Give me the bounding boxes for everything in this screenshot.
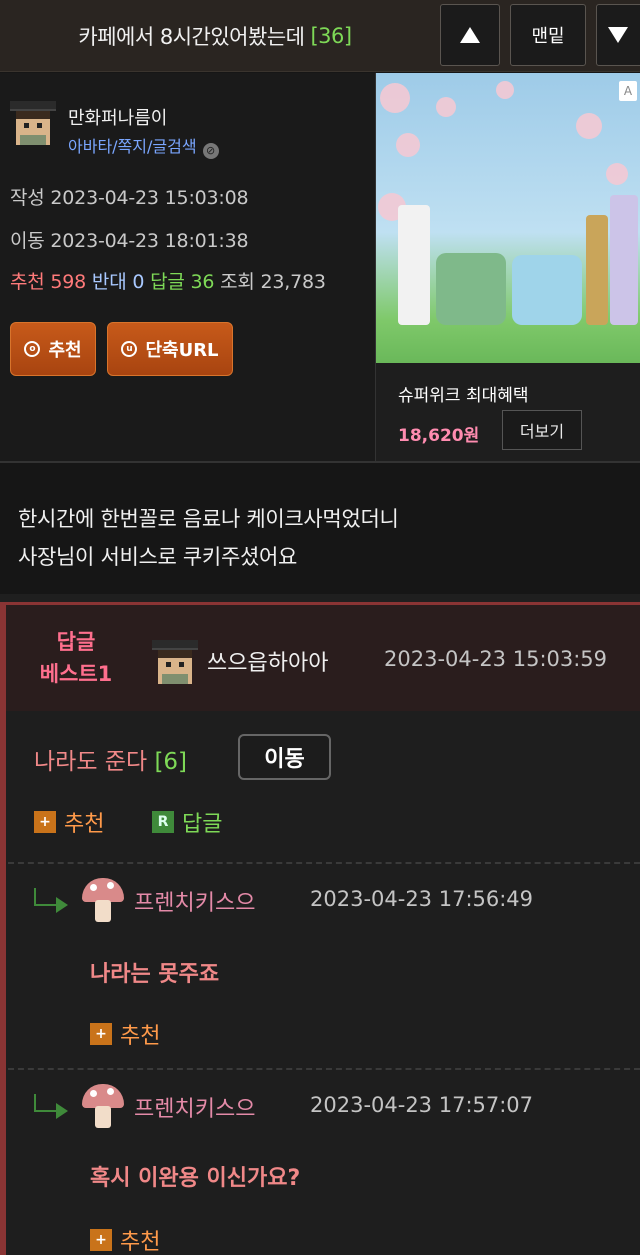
best-label-line2: 베스트1 <box>39 662 113 686</box>
views-value: 23,783 <box>260 271 326 293</box>
sub-reply-author[interactable]: 프렌치키스으 <box>134 1091 255 1123</box>
divider <box>8 862 640 864</box>
reply-reply-button[interactable]: R 답글 <box>152 806 222 838</box>
author-avatar[interactable] <box>10 101 56 145</box>
ad-name[interactable]: 슈퍼위크 최대혜택 <box>398 381 529 406</box>
written-date: 작성 2023-04-23 15:03:08 <box>10 183 249 210</box>
post-stats: 추천 598 반대 0 답글 36 조회 23,783 <box>10 267 326 294</box>
mushroom-avatar[interactable] <box>80 876 126 922</box>
reply-value: 36 <box>190 271 215 293</box>
ad-image[interactable]: A <box>376 73 640 363</box>
short-url-button[interactable]: u 단축URL <box>107 322 233 376</box>
sub-reply-recommend-button[interactable]: + 추천 <box>90 1224 160 1255</box>
reply-recommend-label: 추천 <box>64 812 105 837</box>
sub-reply-text: 나라는 못주죠 <box>90 962 220 987</box>
reply-author[interactable]: 쓰으읍하아아 <box>207 645 328 677</box>
ad-badge: A <box>619 81 637 101</box>
author-links[interactable]: 아바타/쪽지/글검색 ⊘ <box>68 133 219 159</box>
author-name[interactable]: 만화퍼나름이 <box>68 104 167 130</box>
divider <box>8 1068 640 1070</box>
moved-label: 이동 <box>10 230 45 252</box>
reply-time: 2023-04-23 15:03:59 <box>384 647 608 671</box>
reply-label: 답글 <box>150 271 185 293</box>
sub-reply-recommend-button[interactable]: + 추천 <box>90 1018 160 1050</box>
sub-reply-author[interactable]: 프렌치키스으 <box>134 885 255 917</box>
plus-icon: + <box>34 811 56 833</box>
divider <box>0 461 640 463</box>
written-label: 작성 <box>10 187 45 209</box>
author-links-text[interactable]: 아바타/쪽지/글검색 <box>68 137 197 156</box>
rec-label: 추천 <box>10 271 45 293</box>
reply-sub-count: [6] <box>154 749 188 775</box>
reply-recommend-button[interactable]: + 추천 <box>34 806 104 838</box>
ad-price: 18,620원 <box>398 426 480 446</box>
anti-label: 반대 <box>91 271 127 293</box>
url-icon: u <box>121 341 138 357</box>
move-button[interactable]: 이동 <box>238 734 331 780</box>
short-url-label: 단축URL <box>145 340 219 361</box>
post-title: 카페에서 8시간있어봤는데 [36] <box>0 0 430 72</box>
post-title-text: 카페에서 8시간있어봤는데 <box>78 25 305 49</box>
post-content-line: 한시간에 한번꼴로 음료나 케이크사먹었더니 <box>18 507 399 531</box>
anti-value: 0 <box>132 271 145 293</box>
recommend-button[interactable]: o 추천 <box>10 322 96 376</box>
best-reply-label: 답글 베스트1 <box>22 626 130 690</box>
sub-reply-arrow-icon <box>34 888 70 913</box>
scroll-down-button[interactable] <box>596 4 640 66</box>
reply-text-body: 나라도 준다 <box>34 749 148 775</box>
views-label: 조회 <box>220 271 255 293</box>
reply-reply-label: 답글 <box>182 812 223 837</box>
reply-text: 나라도 준다 [6] <box>34 742 187 776</box>
lock-icon: ⊘ <box>202 143 219 159</box>
plus-icon: + <box>90 1023 112 1045</box>
ad-more-button[interactable]: 더보기 <box>502 410 582 450</box>
reply-icon: R <box>152 811 174 833</box>
sub-reply-recommend-label: 추천 <box>120 1024 161 1049</box>
top-bar: 카페에서 8시간있어봤는데 [36] 맨밑 <box>0 0 640 72</box>
sub-reply-recommend-label: 추천 <box>120 1230 161 1255</box>
post-content-line: 사장님이 서비스로 쿠키주셨어요 <box>18 545 298 569</box>
recommend-label: 추천 <box>48 340 82 361</box>
recommend-icon: o <box>24 341 41 357</box>
sub-reply-arrow-icon <box>34 1094 70 1119</box>
scroll-bottom-button[interactable]: 맨밑 <box>510 4 586 66</box>
reply-count: [36] <box>310 24 352 48</box>
post-content: 한시간에 한번꼴로 음료나 케이크사먹었더니 사장님이 서비스로 쿠키주셨어요 <box>18 500 399 576</box>
reply-avatar[interactable] <box>152 640 198 684</box>
rec-value: 598 <box>50 271 87 293</box>
arrow-down-icon <box>608 27 628 43</box>
plus-icon: + <box>90 1229 112 1251</box>
sub-reply-time: 2023-04-23 17:56:49 <box>310 887 534 911</box>
ad-panel[interactable]: A 슈퍼위크 최대혜택 18,620원 더보기 <box>375 73 640 461</box>
scroll-top-button[interactable] <box>440 4 500 66</box>
sub-reply-time: 2023-04-23 17:57:07 <box>310 1093 534 1117</box>
moved-value: 2023-04-23 18:01:38 <box>50 230 249 252</box>
written-value: 2023-04-23 15:03:08 <box>50 187 249 209</box>
moved-date: 이동 2023-04-23 18:01:38 <box>10 226 249 253</box>
best-label-line1: 답글 <box>56 630 96 654</box>
arrow-up-icon <box>460 27 480 43</box>
mushroom-avatar[interactable] <box>80 1082 126 1128</box>
sub-reply-text: 혹시 이완용 이신가요? <box>90 1166 301 1191</box>
